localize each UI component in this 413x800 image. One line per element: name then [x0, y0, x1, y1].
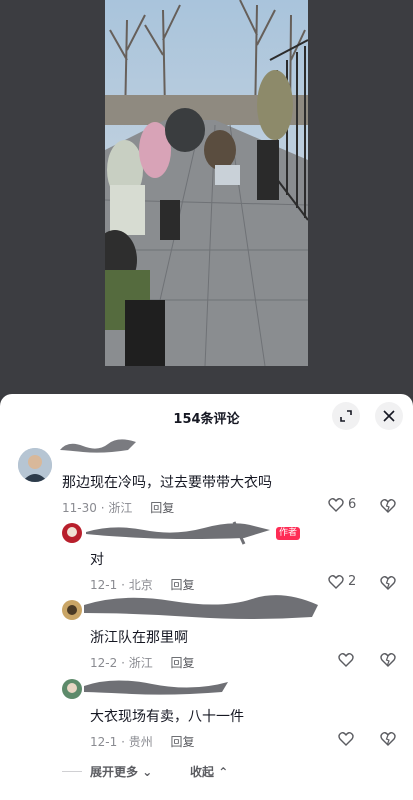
collapse-button[interactable]: 收起 ⌃	[190, 763, 228, 780]
broken-heart-icon	[380, 576, 396, 590]
comment-sheet-header: 154条评论	[0, 394, 413, 438]
comment-location: 北京	[128, 578, 153, 592]
comment-meta: 11-30 · 浙江 回复	[62, 499, 174, 516]
comment-sheet: 154条评论 那边现在冷吗，过去要带带大衣吗 11-30 · 浙江 回复 6 作…	[0, 394, 413, 800]
avatar[interactable]	[62, 679, 82, 699]
reply-button[interactable]: 回复	[150, 501, 174, 515]
avatar-image	[62, 523, 82, 543]
comment-date: 12-2	[90, 656, 118, 670]
broken-heart-icon	[380, 732, 396, 746]
username-redacted	[84, 595, 318, 619]
comment-date: 11-30	[62, 501, 97, 515]
avatar[interactable]	[62, 523, 82, 543]
heart-icon	[338, 732, 354, 746]
dislike-button[interactable]	[380, 575, 396, 594]
collapse-label: 收起	[190, 765, 215, 779]
like-count: 2	[348, 574, 357, 589]
like-button[interactable]	[338, 652, 354, 667]
dot-separator: ·	[121, 735, 129, 749]
username-redacted	[86, 521, 270, 545]
close-button[interactable]	[375, 402, 403, 430]
dislike-button[interactable]	[380, 652, 396, 671]
expand-icon	[340, 410, 352, 422]
author-badge: 作者	[276, 527, 301, 540]
heart-icon	[338, 653, 354, 667]
video-player[interactable]	[0, 0, 413, 396]
expand-more-label: 展开更多	[90, 765, 139, 779]
reply-button[interactable]: 回复	[171, 656, 195, 670]
comment-location: 浙江	[128, 656, 153, 670]
avatar-image	[18, 448, 52, 482]
like-button[interactable]	[338, 731, 354, 746]
dot-separator: ·	[121, 656, 129, 670]
username-redacted	[60, 439, 136, 453]
avatar-image	[62, 679, 82, 699]
video-scene-image	[105, 0, 308, 366]
comment-meta: 12-2 · 浙江 回复	[90, 654, 195, 671]
heart-icon	[328, 498, 344, 512]
comment-location: 贵州	[128, 735, 153, 749]
replies-footer: 展开更多 ⌄ 收起 ⌃	[0, 758, 413, 782]
avatar[interactable]	[18, 448, 52, 482]
like-button[interactable]: 6	[328, 497, 356, 512]
comment-reply-item: 浙江队在那里啊 12-2 · 浙江 回复	[0, 595, 413, 671]
expand-button[interactable]	[332, 402, 360, 430]
username-redacted	[84, 680, 228, 695]
expand-more-button[interactable]: 展开更多 ⌄	[90, 763, 152, 780]
divider-line	[62, 771, 82, 772]
reply-button[interactable]: 回复	[171, 735, 195, 749]
video-frame[interactable]	[105, 0, 308, 366]
broken-heart-icon	[380, 499, 396, 513]
comment-date: 12-1	[90, 735, 118, 749]
avatar[interactable]	[62, 600, 82, 620]
comment-meta: 12-1 · 贵州 回复	[90, 733, 195, 750]
comment-reply-item: 作者 对 12-1 · 北京 回复 2	[0, 520, 413, 592]
chevron-up-icon: ⌃	[218, 765, 229, 779]
avatar-image	[62, 600, 82, 620]
comment-date: 12-1	[90, 578, 118, 592]
dislike-button[interactable]	[380, 498, 396, 517]
dot-separator: ·	[121, 578, 129, 592]
comment-item: 那边现在冷吗，过去要带带大衣吗 11-30 · 浙江 回复 6	[0, 439, 413, 517]
like-count: 6	[348, 497, 357, 512]
reply-button[interactable]: 回复	[171, 578, 195, 592]
comment-reply-item: 大衣现场有卖，八十一件 12-1 · 贵州 回复	[0, 676, 413, 752]
comment-text: 那边现在冷吗，过去要带带大衣吗	[62, 475, 272, 491]
broken-heart-icon	[380, 653, 396, 667]
dislike-button[interactable]	[380, 731, 396, 750]
comment-text: 对	[90, 552, 104, 568]
comment-text: 大衣现场有卖，八十一件	[90, 709, 244, 725]
comment-text: 浙江队在那里啊	[90, 630, 188, 646]
chevron-down-icon: ⌄	[142, 765, 153, 779]
close-icon	[383, 410, 395, 422]
like-button[interactable]: 2	[328, 574, 356, 589]
heart-icon	[328, 575, 344, 589]
comment-location: 浙江	[108, 501, 133, 515]
